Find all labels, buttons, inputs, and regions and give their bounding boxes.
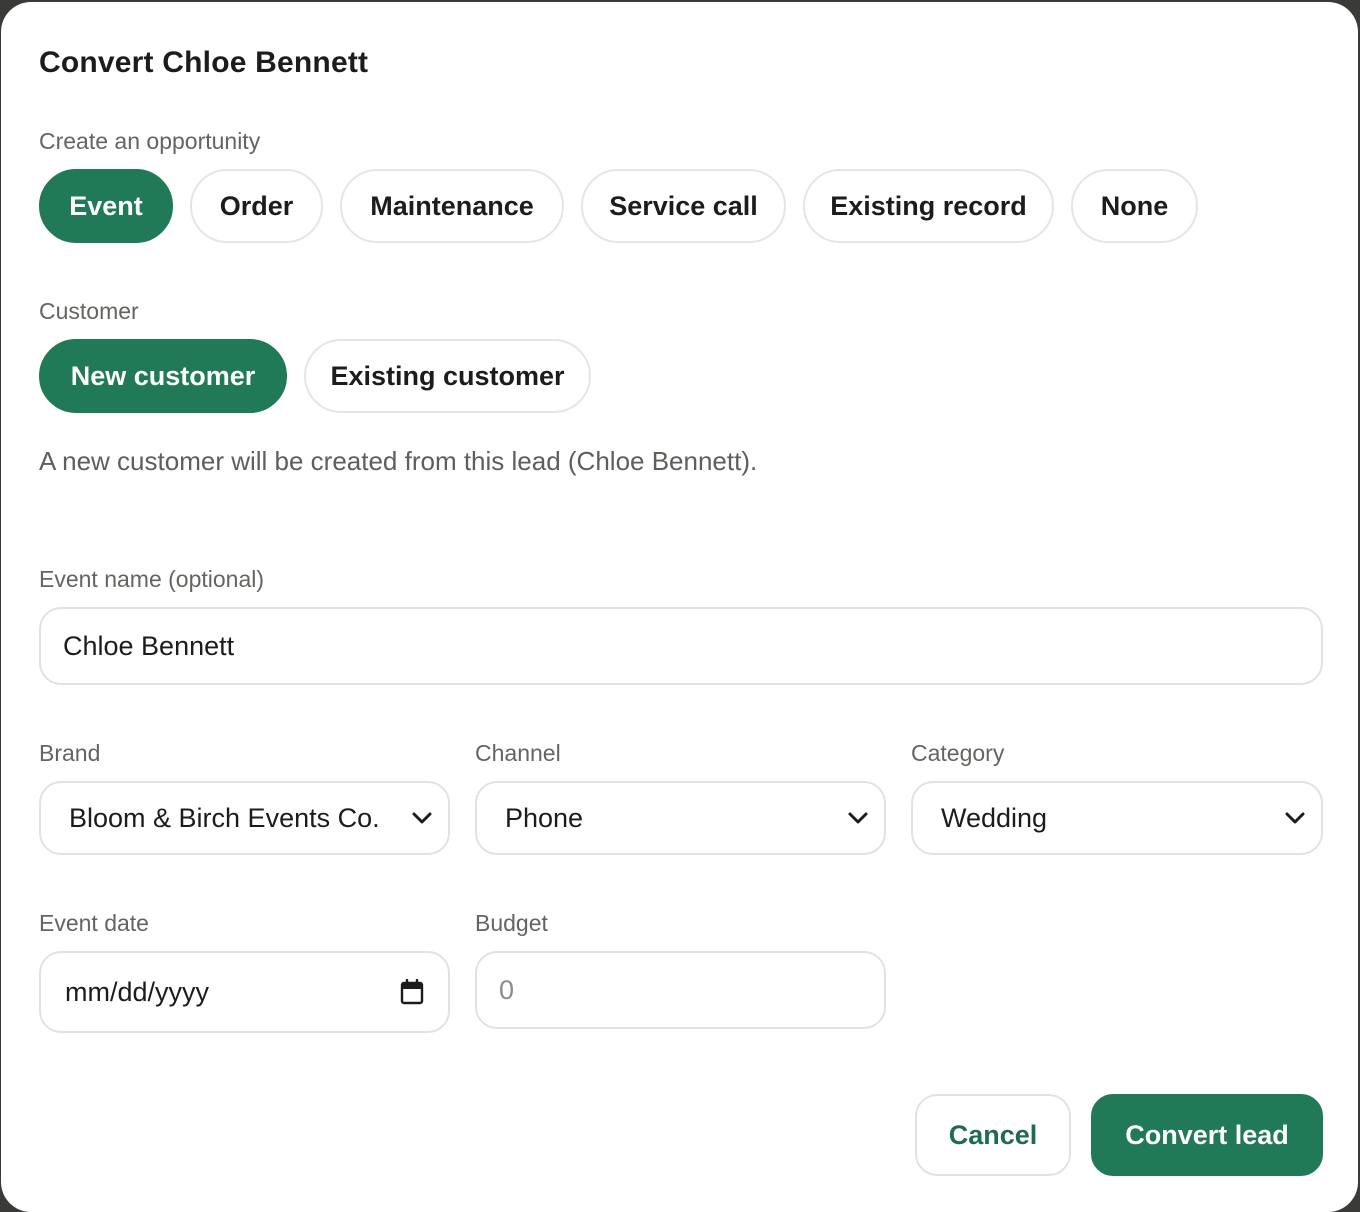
brand-selected-value: Bloom & Birch Events Co.: [69, 802, 380, 833]
event-date-input[interactable]: mm/dd/yyyy: [39, 951, 450, 1033]
chevron-down-icon: [410, 806, 434, 830]
customer-helper-text: A new customer will be created from this…: [39, 446, 758, 476]
opportunity-option-event[interactable]: Event: [39, 169, 173, 243]
category-select[interactable]: Wedding: [911, 781, 1323, 855]
cancel-button[interactable]: Cancel: [915, 1094, 1071, 1176]
budget-label: Budget: [475, 910, 548, 936]
customer-options: New customer Existing customer: [39, 339, 591, 413]
event-name-value: Chloe Bennett: [63, 630, 235, 661]
opportunity-option-maintenance[interactable]: Maintenance: [340, 169, 564, 243]
budget-placeholder: 0: [499, 974, 515, 1005]
chevron-down-icon: [1283, 806, 1307, 830]
dialog-title: Convert Chloe Bennett: [39, 46, 369, 79]
category-label: Category: [911, 740, 1005, 766]
channel-select[interactable]: Phone: [475, 781, 886, 855]
event-date-label: Event date: [39, 910, 149, 936]
opportunity-option-existing-record[interactable]: Existing record: [803, 169, 1054, 243]
convert-lead-dialog: Convert Chloe Bennett Create an opportun…: [1, 2, 1358, 1212]
opportunity-option-none[interactable]: None: [1071, 169, 1198, 243]
brand-select[interactable]: Bloom & Birch Events Co.: [39, 781, 450, 855]
event-name-input[interactable]: Chloe Bennett: [39, 607, 1323, 685]
channel-label: Channel: [475, 740, 561, 766]
opportunity-label: Create an opportunity: [39, 128, 261, 154]
opportunity-option-order[interactable]: Order: [190, 169, 323, 243]
customer-option-new[interactable]: New customer: [39, 339, 287, 413]
channel-selected-value: Phone: [505, 802, 584, 833]
brand-label: Brand: [39, 740, 101, 766]
event-date-placeholder: mm/dd/yyyy: [65, 976, 210, 1007]
calendar-icon[interactable]: [400, 979, 424, 1005]
customer-option-existing[interactable]: Existing customer: [304, 339, 591, 413]
opportunity-options: Event Order Maintenance Service call Exi…: [39, 169, 1198, 243]
budget-input[interactable]: 0: [475, 951, 886, 1029]
customer-label: Customer: [39, 298, 139, 324]
category-selected-value: Wedding: [941, 802, 1048, 833]
opportunity-option-service-call[interactable]: Service call: [581, 169, 786, 243]
convert-lead-button[interactable]: Convert lead: [1091, 1094, 1323, 1176]
event-name-label: Event name (optional): [39, 566, 265, 592]
chevron-down-icon: [846, 806, 870, 830]
